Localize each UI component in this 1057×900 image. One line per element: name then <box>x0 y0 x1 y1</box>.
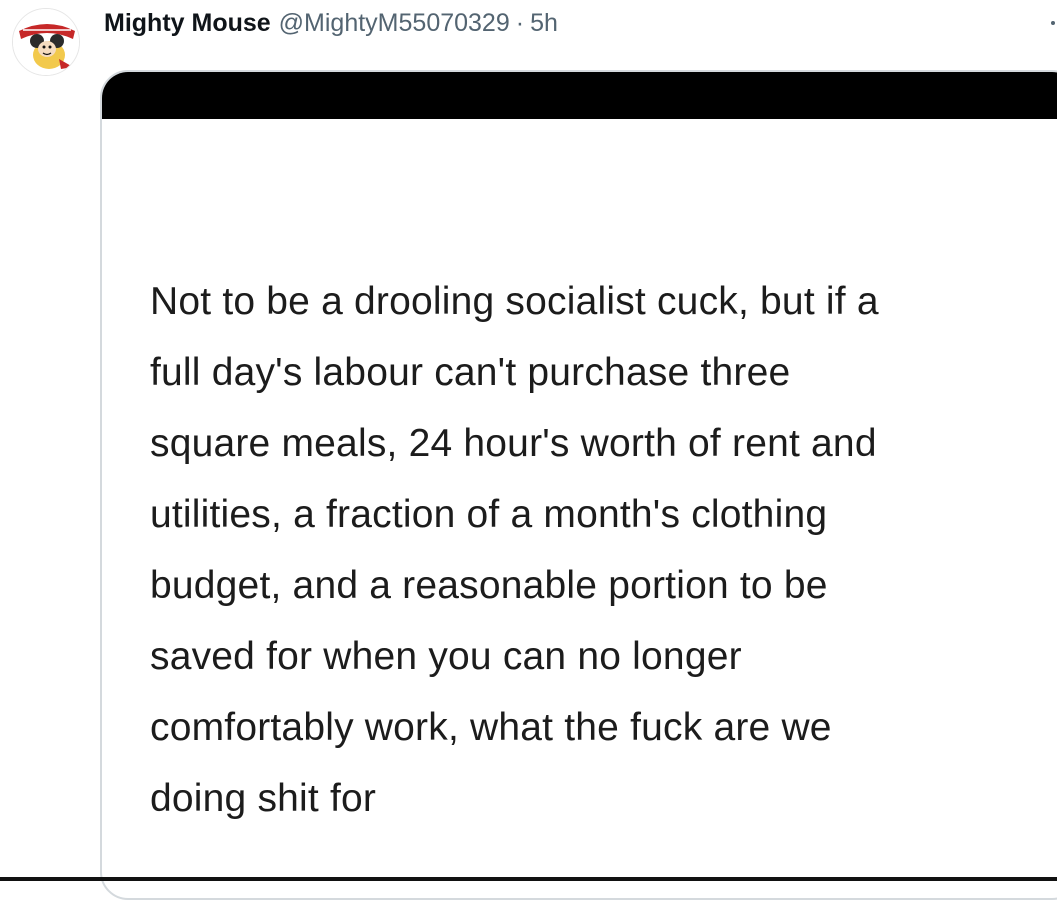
post-text-line: budget, and a reasonable portion to be <box>150 564 828 607</box>
bottom-divider <box>0 877 1057 881</box>
tweet: Mighty Mouse @MightyM55070329 · 5h Not t… <box>0 0 1057 900</box>
post-text-line: doing shit for <box>150 777 377 820</box>
avatar[interactable] <box>12 8 80 76</box>
post-text-line: saved for when you can no longer <box>150 635 742 678</box>
post-text-line: square meals, 24 hour's worth of rent an… <box>150 422 877 465</box>
post-text-line: Not to be a drooling socialist cuck, but… <box>150 280 879 323</box>
tweet-timestamp[interactable]: 5h <box>530 9 558 38</box>
screenshot-post-text: Not to be a drooling socialist cuck, but… <box>150 266 1050 834</box>
mighty-mouse-avatar-icon <box>13 9 79 75</box>
post-text-line: full day's labour can't purchase three <box>150 351 791 394</box>
header-separator: · <box>515 8 525 37</box>
author-handle[interactable]: @MightyM55070329 <box>279 9 510 38</box>
author-display-name[interactable]: Mighty Mouse <box>104 9 271 38</box>
media-top-bar <box>102 72 1057 119</box>
tweet-header: Mighty Mouse @MightyM55070329 · 5h <box>104 6 558 40</box>
post-text-line: utilities, a fraction of a month's cloth… <box>150 493 828 536</box>
post-text-line: comfortably work, what the fuck are we <box>150 706 832 749</box>
more-icon[interactable] <box>1041 18 1057 30</box>
media-card[interactable]: Not to be a drooling socialist cuck, but… <box>100 70 1057 900</box>
